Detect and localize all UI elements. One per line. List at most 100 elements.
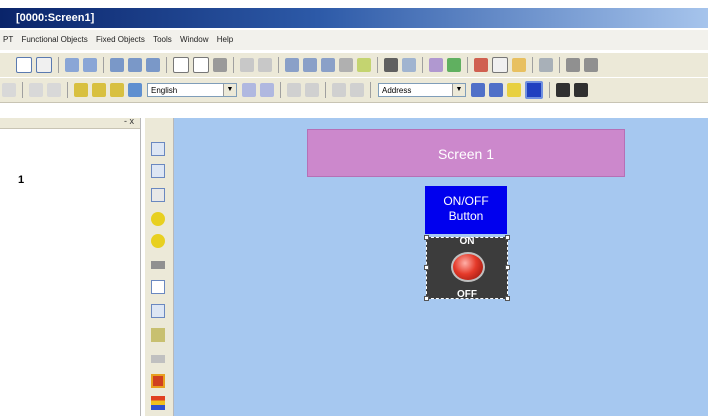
layer-icon[interactable] (110, 83, 124, 97)
print-preview-icon[interactable] (193, 57, 209, 73)
chevron-down-icon[interactable]: ▼ (452, 84, 465, 96)
menu-pt[interactable]: PT (0, 30, 16, 50)
tool-icon[interactable] (566, 58, 580, 72)
table-icon[interactable] (471, 83, 485, 97)
page-icon[interactable] (492, 57, 508, 73)
print-icon[interactable] (213, 58, 227, 72)
replace-icon[interactable] (402, 58, 416, 72)
toolbar-separator (325, 82, 326, 98)
language-select[interactable]: English ▼ (147, 83, 237, 97)
line-icon[interactable] (151, 355, 165, 363)
new-file-icon[interactable] (16, 57, 32, 73)
image-icon[interactable] (151, 328, 165, 342)
fill-icon[interactable] (574, 83, 588, 97)
align-icon[interactable] (332, 83, 346, 97)
cut-icon[interactable] (110, 58, 124, 72)
panel-header: - x (0, 116, 140, 129)
screen-icon[interactable] (429, 58, 443, 72)
undo-icon[interactable] (240, 58, 254, 72)
align-icon[interactable] (350, 83, 364, 97)
copy-file-icon[interactable] (36, 57, 52, 73)
onoff-line1: ON/OFF (443, 194, 489, 208)
toolbar-separator (280, 82, 281, 98)
redo-icon[interactable] (258, 58, 272, 72)
fill-icon[interactable] (556, 83, 570, 97)
table-icon[interactable] (489, 83, 503, 97)
cut-icon[interactable] (285, 58, 299, 72)
resize-handle[interactable] (424, 265, 429, 270)
page-icon[interactable] (173, 57, 189, 73)
window-title: [0000:Screen1] (16, 12, 95, 24)
paste-icon[interactable] (146, 58, 160, 72)
text-icon[interactable] (151, 280, 165, 294)
alarm-icon[interactable] (151, 374, 165, 388)
toolbar-separator (532, 57, 533, 73)
menu-bar: PT Functional Objects Fixed Objects Tool… (0, 30, 708, 50)
toolbar-separator (278, 57, 279, 73)
toolbar-separator (377, 57, 378, 73)
resize-handle[interactable] (505, 265, 510, 270)
align-icon[interactable] (287, 83, 301, 97)
screen-grid-icon[interactable] (65, 58, 79, 72)
layer-icon[interactable] (128, 83, 142, 97)
object-icon[interactable] (357, 58, 371, 72)
tool-icon[interactable] (584, 58, 598, 72)
layer-icon[interactable] (92, 83, 106, 97)
highlight-icon[interactable] (507, 83, 521, 97)
address-select[interactable]: Address ▼ (378, 83, 466, 97)
menu-fixed-objects[interactable]: Fixed Objects (93, 30, 148, 50)
resize-handle[interactable] (424, 296, 429, 301)
align-icon[interactable] (305, 83, 319, 97)
copy-icon[interactable] (303, 58, 317, 72)
font-icon[interactable] (260, 83, 274, 97)
window-icon[interactable] (151, 164, 165, 178)
panel-tree-item[interactable]: 1 (18, 174, 24, 186)
language-value: English (151, 86, 178, 95)
resize-handle[interactable] (505, 235, 510, 240)
lamp-icon[interactable] (151, 212, 165, 226)
toolbar-separator (166, 57, 167, 73)
transfer-icon[interactable] (447, 58, 461, 72)
table-icon[interactable] (151, 188, 165, 202)
screen-grid-icon[interactable] (83, 58, 97, 72)
layer-icon[interactable] (74, 83, 88, 97)
toolbar-separator (233, 57, 234, 73)
test-icon[interactable] (474, 58, 488, 72)
menu-functional-objects[interactable]: Functional Objects (18, 30, 90, 50)
delete-icon[interactable] (339, 58, 353, 72)
on-state-icon[interactable] (525, 81, 543, 99)
on-off-switch[interactable]: ON OFF (424, 235, 510, 301)
folder-icon[interactable] (512, 58, 526, 72)
toolbar-separator (549, 82, 550, 98)
toolbar-separator (67, 82, 68, 98)
resize-handle[interactable] (424, 235, 429, 240)
toolbar-separator (559, 57, 560, 73)
toolbar-separator (370, 82, 371, 98)
toolbar-separator (58, 57, 59, 73)
secondary-toolbar: English ▼ Address ▼ (0, 77, 708, 103)
graph-icon[interactable] (151, 304, 165, 318)
paste-icon[interactable] (321, 58, 335, 72)
menu-tools[interactable]: Tools (150, 30, 175, 50)
copy-icon[interactable] (128, 58, 142, 72)
grid-icon[interactable] (29, 83, 43, 97)
onoff-line2: Button (448, 209, 484, 223)
bar-icon[interactable] (151, 261, 165, 269)
find-icon[interactable] (384, 58, 398, 72)
lamp-icon[interactable] (151, 234, 165, 248)
onoff-button-label[interactable]: ON/OFF Button (425, 186, 507, 234)
settings-icon[interactable] (539, 58, 553, 72)
chevron-down-icon[interactable]: ▼ (223, 84, 236, 96)
panel-close-button[interactable]: - x (124, 116, 134, 126)
resize-handle[interactable] (505, 296, 510, 301)
screen-icon[interactable] (151, 142, 165, 156)
font-icon[interactable] (242, 83, 256, 97)
meter-icon[interactable] (151, 396, 165, 410)
refresh-icon[interactable] (2, 83, 16, 97)
toolbar-separator (422, 57, 423, 73)
menu-help[interactable]: Help (214, 30, 236, 50)
screen-title-label[interactable]: Screen 1 (307, 129, 625, 177)
grid-icon[interactable] (47, 83, 61, 97)
object-palette (145, 118, 174, 416)
menu-window[interactable]: Window (177, 30, 211, 50)
